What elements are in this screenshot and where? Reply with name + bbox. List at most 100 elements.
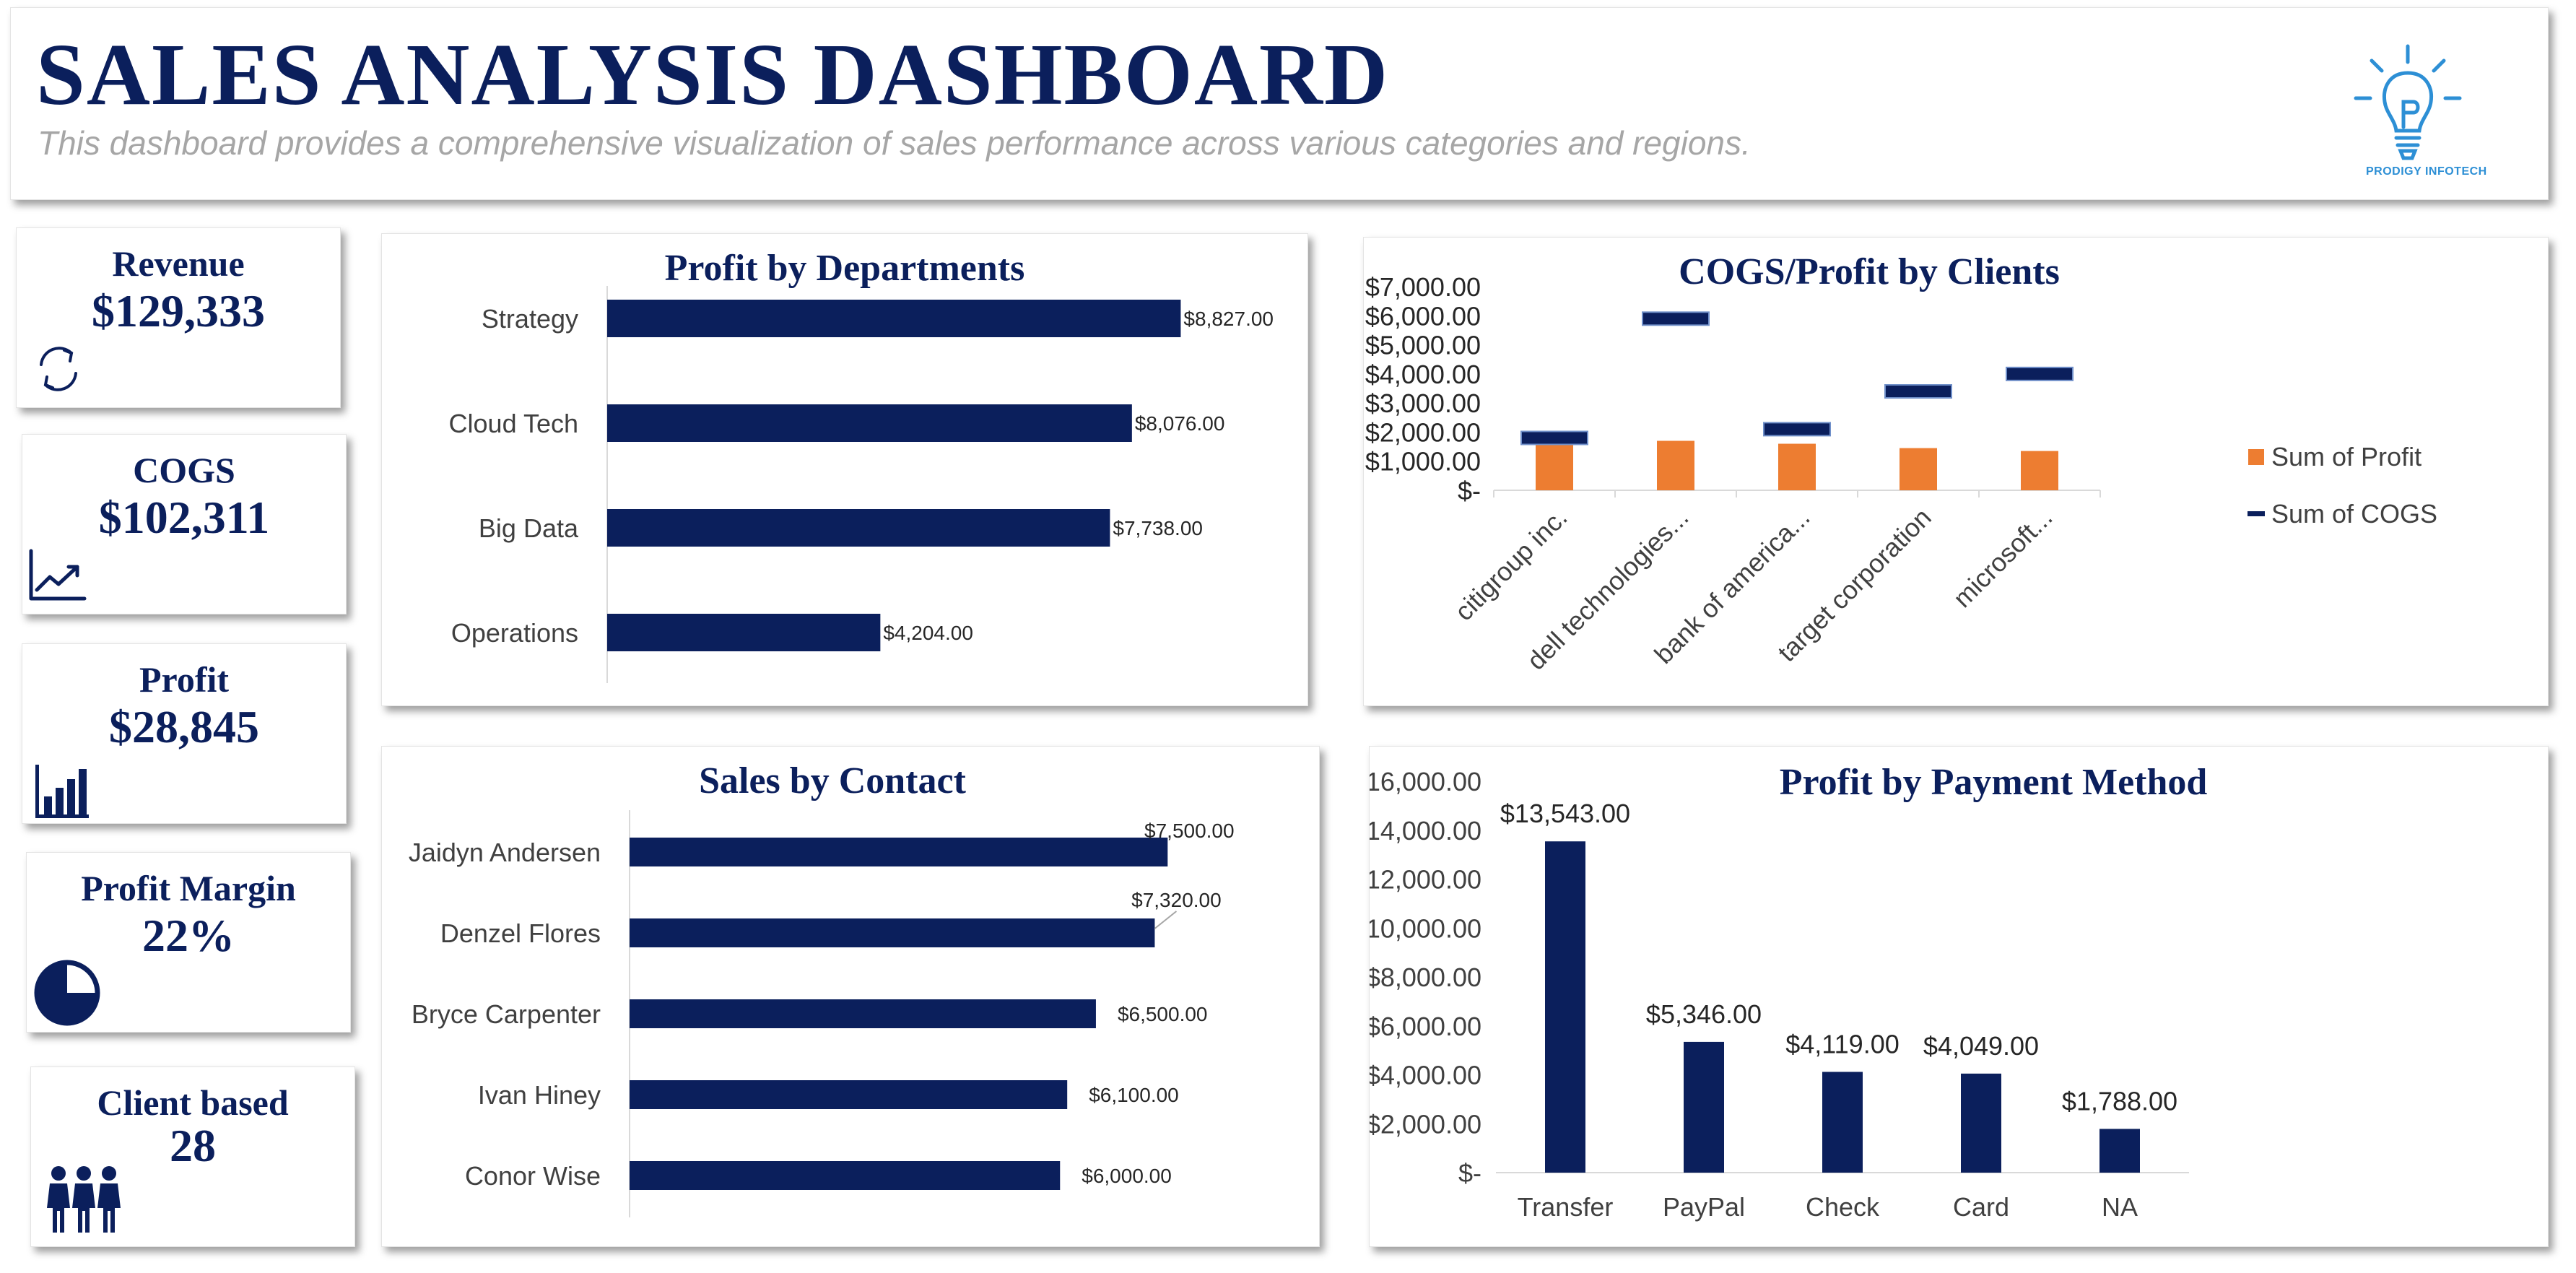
pie-icon — [34, 960, 100, 1026]
legend-swatch-cogs — [2248, 511, 2265, 516]
bar — [2099, 1129, 2140, 1173]
profit-bar — [1900, 448, 1937, 490]
category-label: Conor Wise — [465, 1161, 601, 1191]
y-tick-label: $- — [1458, 476, 1481, 505]
leader-line — [1154, 911, 1178, 929]
data-label: $6,500.00 — [1118, 1003, 1208, 1025]
kpi-card-client-based: Client based 28 — [30, 1066, 355, 1247]
category-label: PayPal — [1663, 1192, 1745, 1222]
y-tick-label: $7,000.00 — [1365, 272, 1481, 302]
bar — [630, 999, 1096, 1028]
data-label: $5,346.00 — [1646, 999, 1762, 1029]
contacts-bar-chart: Jaidyn Andersen $7,500.00 Denzel Flores $7,… — [409, 810, 1235, 1217]
category-label: Denzel Flores — [440, 918, 601, 948]
profit-bar — [1778, 443, 1816, 490]
data-label: $6,000.00 — [1082, 1165, 1172, 1187]
bar — [630, 838, 1168, 866]
page-title: SALES ANALYSIS DASHBOARD — [36, 26, 1390, 123]
y-tick-label: $2,000.00 — [1370, 1109, 1481, 1139]
cogs-marker — [2006, 366, 2074, 381]
category-label: Transfer — [1518, 1192, 1614, 1222]
kpi-label: Profit Margin — [81, 868, 296, 908]
data-label: $1,788.00 — [2062, 1086, 2177, 1116]
data-label: $7,320.00 — [1131, 889, 1222, 911]
kpi-value: 22% — [142, 910, 235, 961]
category-label: Cloud Tech — [449, 409, 578, 438]
bar — [630, 1161, 1061, 1190]
y-tick-label: $3,000.00 — [1365, 388, 1481, 418]
data-label: $4,204.00 — [883, 622, 973, 644]
kpi-label: Revenue — [112, 243, 245, 284]
trend-up-icon — [29, 549, 87, 601]
bar — [1822, 1072, 1863, 1173]
y-tick-label: $10,000.00 — [1370, 913, 1481, 943]
y-tick-label: $- — [1458, 1158, 1481, 1188]
bar-chart-icon — [35, 765, 89, 818]
profit-bar — [2021, 451, 2058, 490]
category-label: microsoft... — [1947, 503, 2058, 613]
y-tick-label: $16,000.00 — [1370, 767, 1481, 796]
chart-panel-cogs-profit-by-clients: COGS/Profit by Clients $- $1,000.00 $2,000… — [1363, 237, 2549, 706]
cogs-marker — [1884, 384, 1952, 399]
category-label: Card — [1953, 1192, 2009, 1222]
kpi-label: Client based — [97, 1082, 289, 1123]
bar — [630, 918, 1155, 947]
lightbulb-logo-icon — [2354, 44, 2462, 160]
kpi-label: COGS — [133, 450, 235, 490]
kpi-card-revenue: Revenue $129,333 — [16, 227, 341, 408]
kpi-card-cogs: COGS $102,311 — [22, 434, 347, 614]
category-label: NA — [2102, 1192, 2138, 1222]
y-tick-label: $5,000.00 — [1365, 331, 1481, 360]
cogs-marker — [1642, 311, 1710, 326]
y-tick-label: $8,000.00 — [1370, 963, 1481, 992]
data-label: $7,738.00 — [1113, 517, 1203, 539]
data-label: $6,100.00 — [1089, 1084, 1179, 1106]
kpi-label: Profit — [139, 659, 230, 700]
category-label: Operations — [451, 618, 578, 648]
legend-label: Sum of COGS — [2271, 499, 2437, 529]
cogs-marker — [1763, 422, 1831, 437]
header-banner: SALES ANALYSIS DASHBOARD This dashboard … — [10, 7, 2549, 200]
category-label: Strategy — [482, 304, 578, 334]
cogs-marker — [1520, 430, 1588, 446]
y-tick-label: $1,000.00 — [1365, 447, 1481, 477]
legend-swatch-profit — [2248, 449, 2264, 465]
profit-bar — [1657, 440, 1694, 490]
refresh-icon — [40, 347, 77, 391]
clients-combo-chart: $-$1,000.00$2,000.00$3,000.00$4,000.00$5… — [1365, 272, 2437, 676]
legend-label: Sum of Profit — [2271, 442, 2421, 472]
y-tick-label: $12,000.00 — [1370, 865, 1481, 895]
chart-panel-sales-by-contact: Sales by Contact Jaidyn Andersen $7,500.0… — [381, 746, 1320, 1247]
chart-panel-profit-by-payment-method: Profit by Payment Method $- $2,000.00 $4,0… — [1369, 746, 2549, 1247]
page-subtitle: This dashboard provides a comprehensive … — [38, 124, 1751, 162]
data-label: $8,827.00 — [1183, 308, 1274, 330]
y-tick-label: $4,000.00 — [1370, 1061, 1481, 1090]
kpi-value: $28,845 — [109, 701, 259, 752]
data-label: $4,119.00 — [1785, 1029, 1899, 1059]
bar — [607, 614, 881, 651]
logo-text: PRODIGY INFOTECH — [2366, 165, 2487, 178]
data-label: $7,500.00 — [1144, 820, 1235, 842]
kpi-value: $102,311 — [98, 492, 270, 543]
data-label: $8,076.00 — [1135, 412, 1225, 435]
bar — [607, 300, 1181, 337]
category-label: Check — [1806, 1192, 1880, 1222]
people-icon — [47, 1166, 121, 1233]
bar — [607, 509, 1110, 547]
chart-panel-profit-by-departments: Profit by Departments Strategy $8,827.00 C… — [381, 233, 1308, 706]
y-tick-label: $4,000.00 — [1365, 360, 1481, 389]
category-label: citigroup inc. — [1449, 503, 1573, 627]
payment-column-chart: $- $2,000.00 $4,000.00 $6,000.00 $8,000.00 $1… — [1370, 767, 2189, 1222]
data-label: $13,543.00 — [1500, 799, 1630, 828]
bar — [1545, 841, 1585, 1173]
data-label: $4,049.00 — [1923, 1031, 2039, 1061]
y-tick-label: $6,000.00 — [1370, 1012, 1481, 1041]
y-tick-label: $6,000.00 — [1365, 301, 1481, 331]
bar — [1684, 1041, 1724, 1173]
kpi-card-profit: Profit $28,845 — [22, 643, 347, 824]
category-label: Jaidyn Andersen — [409, 838, 601, 867]
y-tick-label: $2,000.00 — [1365, 417, 1481, 447]
bar — [630, 1080, 1068, 1109]
kpi-value: $129,333 — [92, 285, 265, 336]
kpi-card-profit-margin: Profit Margin 22% — [26, 852, 351, 1033]
